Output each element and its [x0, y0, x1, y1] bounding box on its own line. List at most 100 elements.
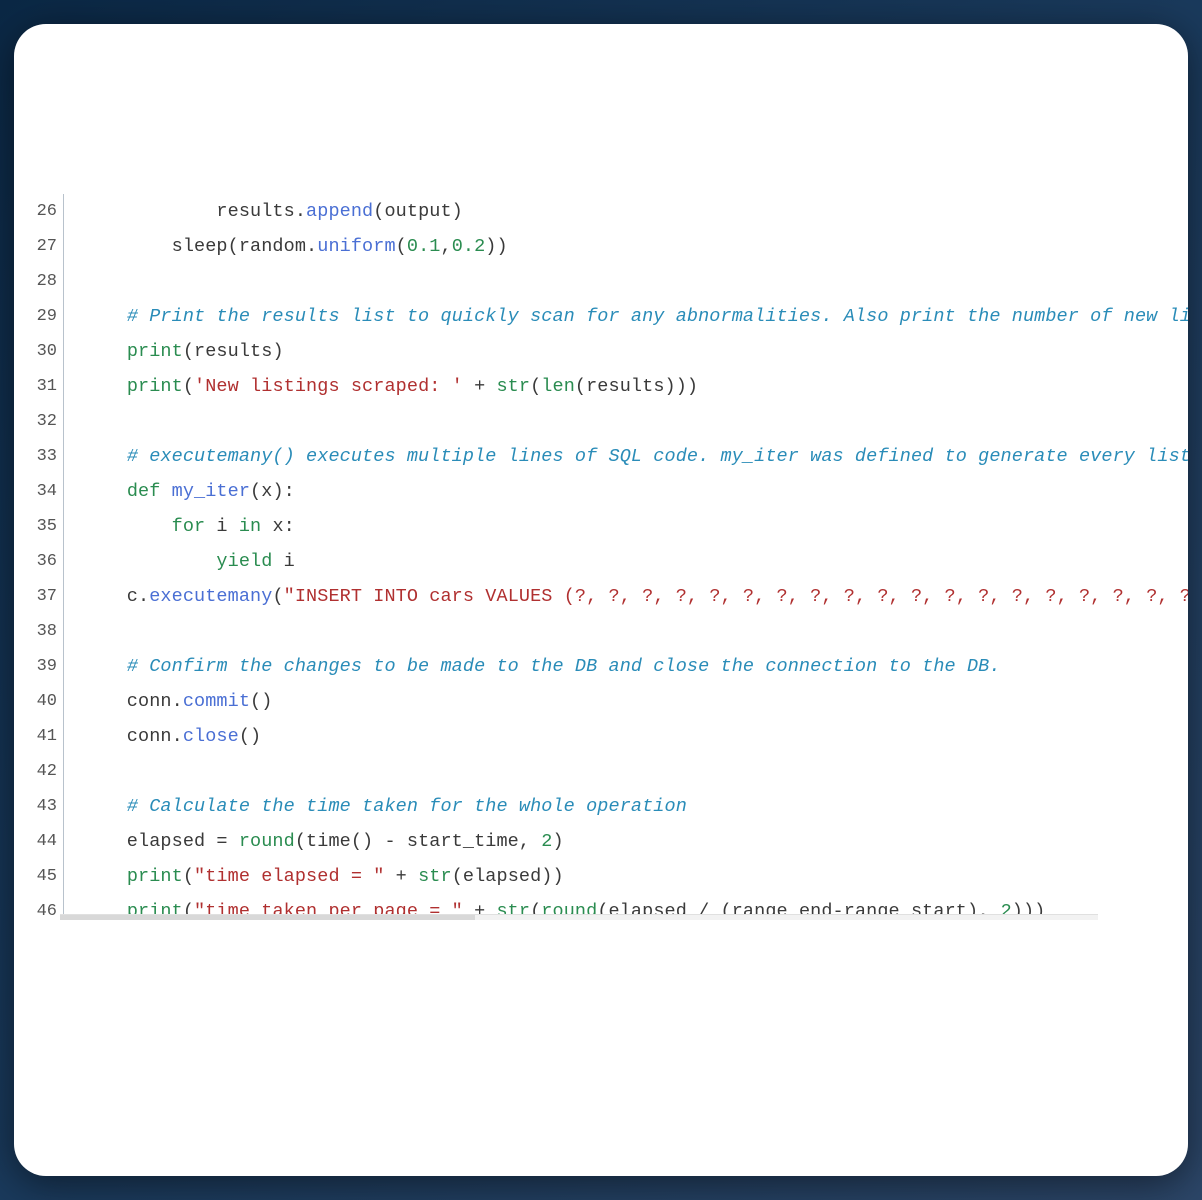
- code-line[interactable]: 33 # executemany() executes multiple lin…: [34, 439, 1188, 474]
- code-line[interactable]: 32: [34, 404, 1188, 439]
- code-token: (): [250, 691, 272, 712]
- code-content[interactable]: c.executemany("INSERT INTO cars VALUES (…: [82, 579, 1188, 614]
- code-token: 'New listings scraped: ': [194, 376, 463, 397]
- code-token: [82, 306, 127, 327]
- code-line[interactable]: 40 conn.commit(): [34, 684, 1188, 719]
- code-content[interactable]: print("time taken per page = " + str(rou…: [82, 894, 1045, 916]
- code-content[interactable]: print(results): [82, 334, 284, 369]
- code-token: my_iter: [172, 481, 250, 502]
- code-token: len: [541, 376, 575, 397]
- code-token: in: [239, 516, 261, 537]
- code-line[interactable]: 38: [34, 614, 1188, 649]
- code-token: c.: [82, 586, 149, 607]
- code-token: conn.: [82, 691, 183, 712]
- line-number: 27: [34, 229, 64, 264]
- code-token: +: [384, 866, 418, 887]
- code-line[interactable]: 42: [34, 754, 1188, 789]
- code-content[interactable]: print("time elapsed = " + str(elapsed)): [82, 859, 564, 894]
- line-number: 42: [34, 754, 64, 789]
- code-content[interactable]: # Confirm the changes to be made to the …: [82, 649, 1001, 684]
- code-line[interactable]: 30 print(results): [34, 334, 1188, 369]
- code-line[interactable]: 34 def my_iter(x):: [34, 474, 1188, 509]
- code-token: commit: [183, 691, 250, 712]
- code-token: print: [127, 866, 183, 887]
- line-number: 31: [34, 369, 64, 404]
- line-number: 46: [34, 894, 64, 916]
- code-line[interactable]: 46 print("time taken per page = " + str(…: [34, 894, 1188, 916]
- code-line[interactable]: 27 sleep(random.uniform(0.1,0.2)): [34, 229, 1188, 264]
- code-token: (: [183, 376, 194, 397]
- code-token: [82, 481, 127, 502]
- code-line[interactable]: 45 print("time elapsed = " + str(elapsed…: [34, 859, 1188, 894]
- code-line[interactable]: 29 # Print the results list to quickly s…: [34, 299, 1188, 334]
- code-content[interactable]: print('New listings scraped: ' + str(len…: [82, 369, 698, 404]
- code-token: def: [127, 481, 161, 502]
- code-token: )): [485, 236, 507, 257]
- code-token: # executemany() executes multiple lines …: [127, 446, 1188, 467]
- code-token: 0.1: [407, 236, 441, 257]
- code-card: 26 results.append(output)27 sleep(random…: [14, 24, 1188, 1176]
- code-token: "INSERT INTO cars VALUES (?, ?, ?, ?, ?,…: [284, 586, 1188, 607]
- code-token: [82, 341, 127, 362]
- code-line[interactable]: 36 yield i: [34, 544, 1188, 579]
- line-number: 35: [34, 509, 64, 544]
- code-token: (x):: [250, 481, 295, 502]
- code-content[interactable]: conn.commit(): [82, 684, 272, 719]
- code-token: str: [496, 376, 530, 397]
- line-number: 26: [34, 194, 64, 229]
- code-content[interactable]: elapsed = round(time() - start_time, 2): [82, 824, 564, 859]
- code-line[interactable]: 26 results.append(output): [34, 194, 1188, 229]
- code-line[interactable]: 28: [34, 264, 1188, 299]
- line-number: 30: [34, 334, 64, 369]
- code-token: print: [127, 376, 183, 397]
- code-token: [82, 656, 127, 677]
- code-token: close: [183, 726, 239, 747]
- code-editor[interactable]: 26 results.append(output)27 sleep(random…: [34, 194, 1188, 916]
- code-token: (elapsed)): [452, 866, 564, 887]
- line-number: 29: [34, 299, 64, 334]
- code-line[interactable]: 43 # Calculate the time taken for the wh…: [34, 789, 1188, 824]
- line-number: 37: [34, 579, 64, 614]
- code-token: [160, 481, 171, 502]
- code-token: (: [530, 376, 541, 397]
- code-content[interactable]: # executemany() executes multiple lines …: [82, 439, 1188, 474]
- code-token: "time elapsed = ": [194, 866, 384, 887]
- line-number: 44: [34, 824, 64, 859]
- code-token: # Calculate the time taken for the whole…: [127, 796, 687, 817]
- code-token: 2: [541, 831, 552, 852]
- code-token: ,: [440, 236, 451, 257]
- code-line[interactable]: 37 c.executemany("INSERT INTO cars VALUE…: [34, 579, 1188, 614]
- code-content[interactable]: conn.close(): [82, 719, 261, 754]
- scrollbar-thumb[interactable]: [60, 915, 475, 920]
- line-number: 40: [34, 684, 64, 719]
- code-content[interactable]: for i in x:: [82, 509, 295, 544]
- code-line[interactable]: 39 # Confirm the changes to be made to t…: [34, 649, 1188, 684]
- code-line[interactable]: 31 print('New listings scraped: ' + str(…: [34, 369, 1188, 404]
- code-content[interactable]: results.append(output): [82, 194, 463, 229]
- code-token: ): [553, 831, 564, 852]
- code-content[interactable]: # Print the results list to quickly scan…: [82, 299, 1188, 334]
- code-content[interactable]: sleep(random.uniform(0.1,0.2)): [82, 229, 508, 264]
- code-token: elapsed =: [82, 831, 239, 852]
- horizontal-scrollbar[interactable]: [60, 914, 1098, 920]
- code-token: sleep(random.: [82, 236, 317, 257]
- code-token: x:: [261, 516, 295, 537]
- code-content[interactable]: def my_iter(x):: [82, 474, 295, 509]
- code-token: [82, 516, 172, 537]
- code-token: results.: [82, 201, 306, 222]
- code-token: +: [463, 376, 497, 397]
- code-line[interactable]: 35 for i in x:: [34, 509, 1188, 544]
- code-token: (: [396, 236, 407, 257]
- code-line[interactable]: 44 elapsed = round(time() - start_time, …: [34, 824, 1188, 859]
- code-content[interactable]: yield i: [82, 544, 295, 579]
- code-token: round: [239, 831, 295, 852]
- code-token: (results))): [575, 376, 698, 397]
- code-line[interactable]: 41 conn.close(): [34, 719, 1188, 754]
- code-content[interactable]: # Calculate the time taken for the whole…: [82, 789, 687, 824]
- code-token: i: [272, 551, 294, 572]
- line-number: 43: [34, 789, 64, 824]
- code-token: # Print the results list to quickly scan…: [127, 306, 1188, 327]
- code-token: yield: [216, 551, 272, 572]
- code-token: (: [183, 866, 194, 887]
- line-number: 34: [34, 474, 64, 509]
